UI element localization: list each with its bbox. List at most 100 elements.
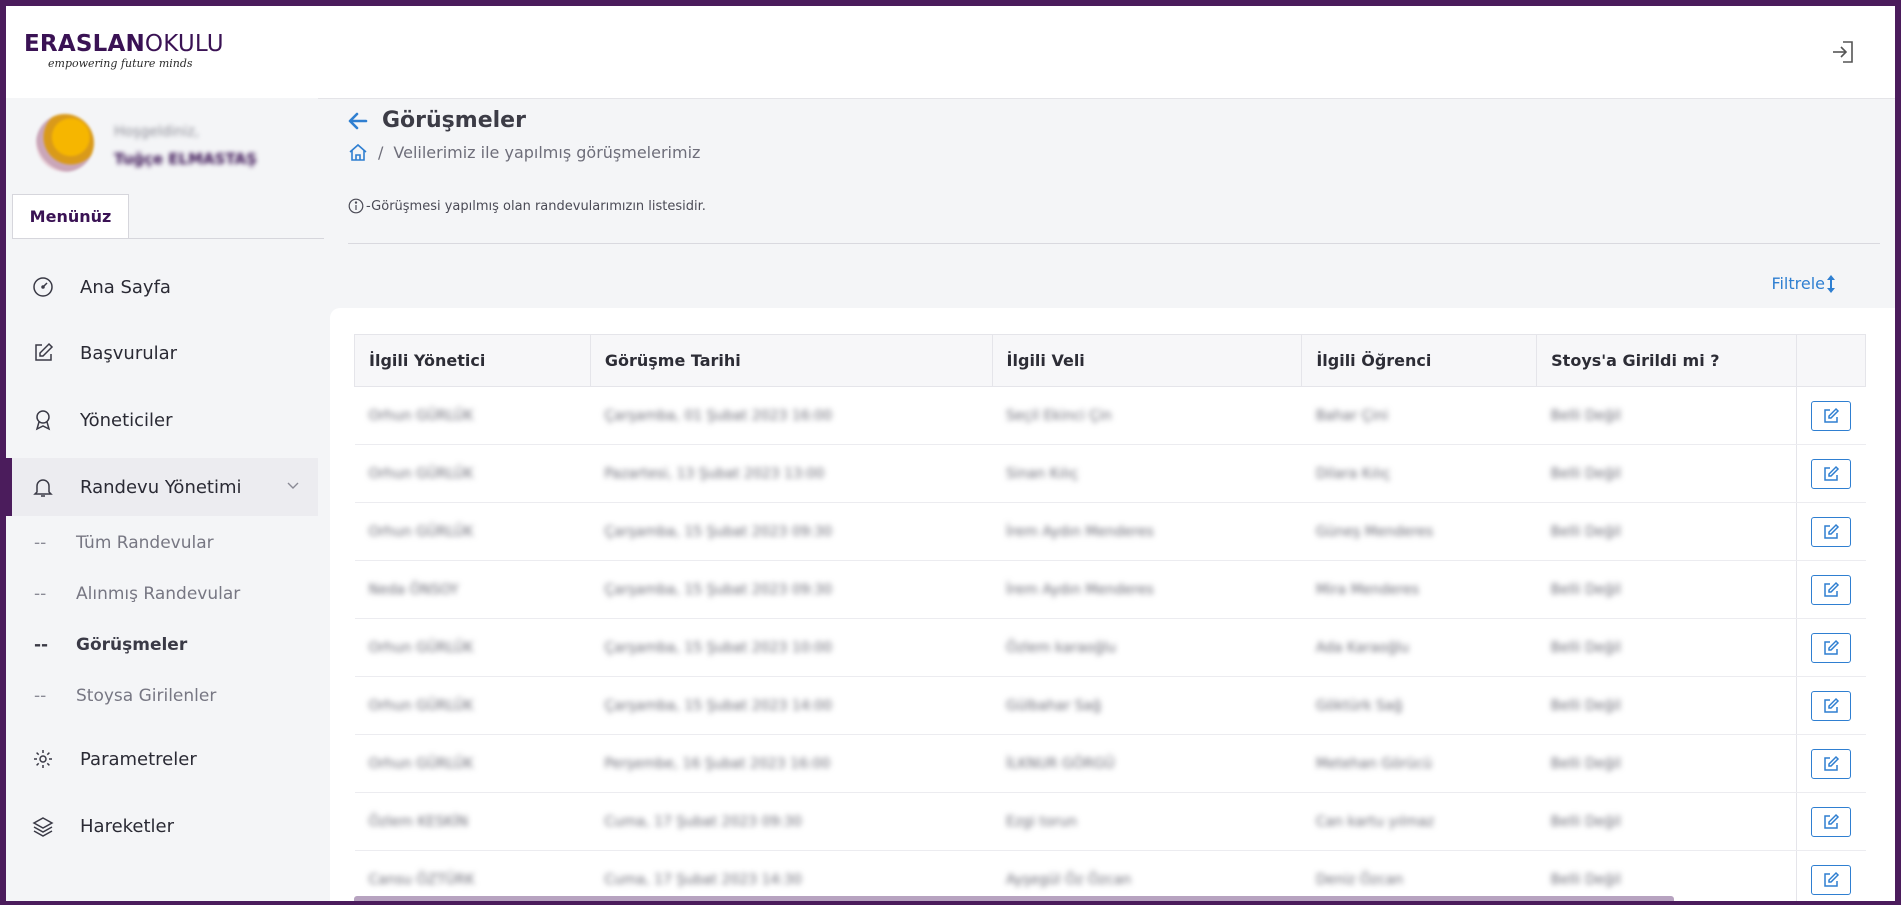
edit-button[interactable] — [1810, 864, 1851, 895]
cell-stoys: Belli Değil — [1536, 850, 1797, 901]
cell-veli: Özlem karaoğlu — [992, 618, 1302, 677]
filter-button[interactable]: Filtrele — [1771, 274, 1835, 293]
cell-ogrenci: Metehan Görücü — [1301, 734, 1537, 793]
edit-button[interactable] — [1810, 458, 1851, 489]
sidebar-item-randevu-yonetimi[interactable]: Randevu Yönetimi — [6, 458, 318, 516]
logout-icon[interactable] — [1829, 38, 1857, 66]
cell-veli: Gülbahar Sağ — [992, 676, 1302, 735]
logo-tagline: empowering future minds — [48, 57, 193, 70]
edit-icon — [1823, 755, 1839, 771]
column-header-stoys[interactable]: Stoys'a Girildi mi ? — [1536, 334, 1797, 387]
edit-icon — [1823, 523, 1839, 539]
logo-bold: ERASLAN — [24, 31, 145, 57]
sidebar-item-parametreler[interactable]: Parametreler — [6, 730, 318, 788]
back-arrow-icon[interactable] — [348, 112, 368, 130]
sidebar-subitem-stoysa-girilenler[interactable]: -- Stoysa Girilenler — [34, 681, 216, 711]
breadcrumb-current: Velilerimiz ile yapılmış görüşmelerimiz — [393, 142, 701, 162]
cell-stoys: Belli Değil — [1536, 444, 1797, 503]
cell-stoys: Belli Değil — [1536, 792, 1797, 851]
user-name: Tuğçe ELMASTAŞ — [114, 150, 257, 168]
cell-actions — [1795, 676, 1866, 735]
tab-menu[interactable]: Menünüz — [12, 194, 129, 238]
sidebar-subitem-alinmis-randevular[interactable]: -- Alınmış Randevular — [34, 579, 240, 609]
sidebar-subitem-tum-randevular[interactable]: -- Tüm Randevular — [34, 528, 214, 558]
cell-actions — [1795, 444, 1866, 503]
sidebar: Hoşgeldiniz, Tuğçe ELMASTAŞ Menünüz Ana … — [6, 98, 324, 901]
cell-actions — [1795, 386, 1866, 445]
cell-ogrenci: Göktürk Sağ — [1301, 676, 1537, 735]
edit-button[interactable] — [1810, 690, 1851, 721]
sub-item-label: Görüşmeler — [76, 635, 188, 655]
sub-item-dash: -- — [34, 533, 47, 553]
sidebar-item-label: Randevu Yönetimi — [80, 476, 242, 498]
cell-ogrenci: Dilara Kılıç — [1301, 444, 1537, 503]
cell-veli: İLKNUR GÖRGÜ — [992, 734, 1302, 793]
sidebar-item-label: Hareketler — [80, 815, 175, 837]
cell-stoys: Belli Değil — [1536, 502, 1797, 561]
logo[interactable]: ERASLANOKULU empowering future minds — [24, 31, 224, 70]
sidebar-item-label: Yöneticiler — [80, 409, 173, 431]
award-icon — [30, 407, 56, 433]
page-title: Görüşmeler — [382, 108, 526, 133]
column-header-actions — [1795, 334, 1867, 387]
edit-button[interactable] — [1810, 806, 1851, 837]
sidebar-item-yoneticiler[interactable]: Yöneticiler — [6, 391, 318, 449]
edit-button[interactable] — [1810, 632, 1851, 663]
table-row: Orhun GÜRLÜK Çarşamba, 15 Şubat 2023 10:0… — [354, 618, 1866, 677]
sidebar-item-label: Parametreler — [80, 748, 197, 770]
edit-icon — [1823, 465, 1839, 481]
home-icon[interactable] — [348, 142, 368, 162]
table-row: Orhun GÜRLÜK Perşembe, 16 Şubat 2023 16:0… — [354, 734, 1866, 793]
table-row: Neda ÖNSOY Çarşamba, 15 Şubat 2023 09:30 İ… — [354, 560, 1866, 619]
cell-stoys: Belli Değil — [1536, 676, 1797, 735]
cell-tarih: Cuma, 17 Şubat 2023 09:30 — [590, 792, 993, 851]
cell-ogrenci: Mira Menderes — [1301, 560, 1537, 619]
menu-tabs: Menünüz — [12, 194, 324, 239]
cell-actions — [1795, 734, 1866, 793]
sidebar-subitem-gorusmeler[interactable]: -- Görüşmeler — [34, 630, 187, 660]
edit-button[interactable] — [1810, 400, 1851, 431]
cell-stoys: Belli Değil — [1536, 560, 1797, 619]
cell-veli: İrem Aydın Menderes — [992, 560, 1302, 619]
column-header-veli[interactable]: İlgili Veli — [991, 334, 1303, 387]
table-row: Cansu ÖZTÜRK Cuma, 17 Şubat 2023 14:30 Ayş… — [354, 850, 1866, 901]
user-profile: Hoşgeldiniz, Tuğçe ELMASTAŞ — [30, 114, 330, 176]
column-header-ogrenci[interactable]: İlgili Öğrenci — [1301, 334, 1538, 387]
cell-veli: Ezgi torun — [992, 792, 1302, 851]
cell-veli: Sinan Kılıç — [992, 444, 1302, 503]
cell-yonetici: Neda ÖNSOY — [354, 560, 591, 619]
edit-button[interactable] — [1810, 748, 1851, 779]
cell-tarih: Çarşamba, 15 Şubat 2023 10:00 — [590, 618, 993, 677]
cell-veli: İrem Aydın Menderes — [992, 502, 1302, 561]
cell-tarih: Çarşamba, 15 Şubat 2023 09:30 — [590, 560, 993, 619]
sidebar-item-hareketler[interactable]: Hareketler — [6, 797, 318, 855]
cell-yonetici: Orhun GÜRLÜK — [354, 444, 591, 503]
top-bar: ERASLANOKULU empowering future minds — [6, 6, 1895, 99]
column-header-tarih[interactable]: Görüşme Tarihi — [589, 334, 993, 387]
table-row: Orhun GÜRLÜK Pazartesi, 13 Şubat 2023 13:… — [354, 444, 1866, 503]
edit-button[interactable] — [1810, 574, 1851, 605]
sort-arrows-icon — [1827, 274, 1835, 293]
layers-icon — [30, 813, 56, 839]
edit-icon — [1823, 813, 1839, 829]
cell-ogrenci: Can kartu yılmaz — [1301, 792, 1537, 851]
sub-item-dash: -- — [34, 584, 47, 604]
sidebar-item-basvurular[interactable]: Başvurular — [6, 324, 318, 382]
divider — [348, 243, 1880, 244]
sidebar-item-ana-sayfa[interactable]: Ana Sayfa — [6, 258, 318, 316]
table-body: Orhun GÜRLÜK Çarşamba, 01 Şubat 2023 16:0… — [354, 386, 1866, 901]
horizontal-scrollbar[interactable] — [354, 896, 1674, 901]
edit-icon — [1823, 407, 1839, 423]
cell-yonetici: Orhun GÜRLÜK — [354, 618, 591, 677]
chevron-down-icon — [287, 482, 299, 489]
sub-item-dash: -- — [34, 635, 49, 655]
edit-button[interactable] — [1810, 516, 1851, 547]
greeting-text: Hoşgeldiniz, — [114, 124, 200, 140]
cell-ogrenci: Deniz Özcan — [1301, 850, 1537, 901]
cell-yonetici: Orhun GÜRLÜK — [354, 734, 591, 793]
cell-stoys: Belli Değil — [1536, 386, 1797, 445]
cell-actions — [1795, 502, 1866, 561]
table-row: Özlem KESKİN Cuma, 17 Şubat 2023 09:30 Ezg… — [354, 792, 1866, 851]
cell-ogrenci: Bahar Çini — [1301, 386, 1537, 445]
column-header-yonetici[interactable]: İlgili Yönetici — [354, 334, 591, 387]
